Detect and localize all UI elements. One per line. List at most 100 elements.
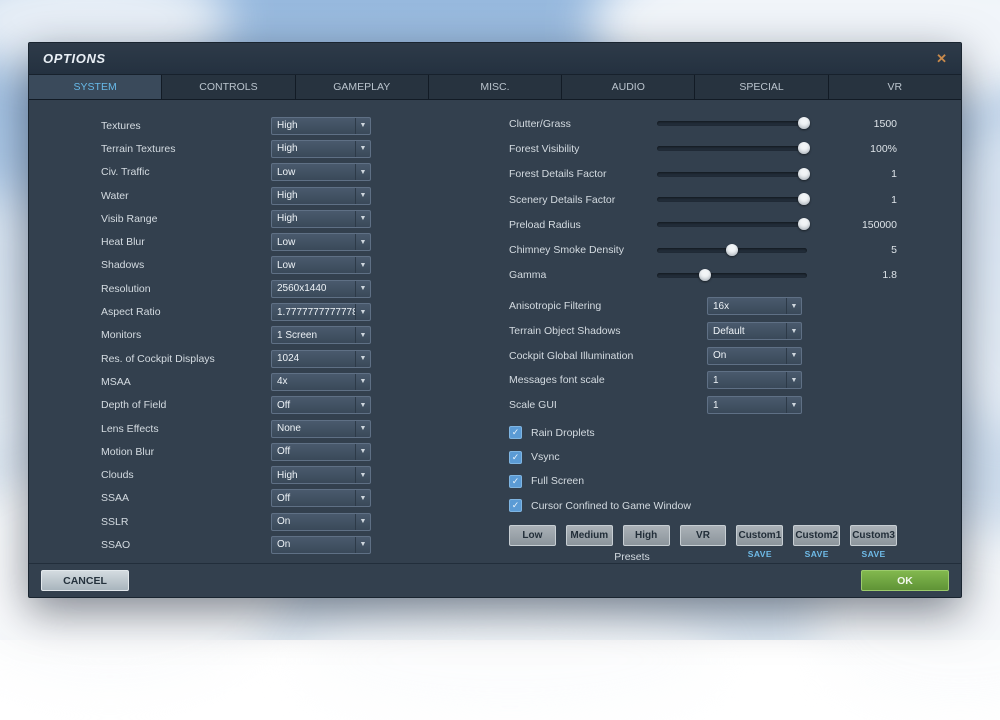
dropdown[interactable]: On ▼ <box>707 347 802 365</box>
right-options-column: Clutter/Grass 1500 Forest Visibility 100… <box>509 111 897 562</box>
slider[interactable] <box>657 121 807 126</box>
preset-save-link[interactable]: SAVE <box>850 549 897 562</box>
dropdown[interactable]: Low ▼ <box>271 256 371 274</box>
slider-handle[interactable] <box>798 168 810 180</box>
dropdown[interactable]: High ▼ <box>271 466 371 484</box>
dropdown[interactable]: On ▼ <box>271 536 371 554</box>
option-row: SSLR On ▼ <box>101 510 371 533</box>
checkbox[interactable]: ✓ <box>509 451 522 464</box>
dropdown-value: High <box>272 118 355 134</box>
preset-button[interactable]: High <box>623 525 670 546</box>
slider-value: 1500 <box>807 118 897 130</box>
dropdown[interactable]: 1.7777777777778 ▼ <box>271 303 371 321</box>
option-label: Aspect Ratio <box>101 306 271 318</box>
dropdown[interactable]: High ▼ <box>271 140 371 158</box>
chevron-down-icon: ▼ <box>355 257 370 273</box>
slider-row: Scenery Details Factor 1 <box>509 187 897 212</box>
checkbox[interactable]: ✓ <box>509 475 522 488</box>
dropdown[interactable]: High ▼ <box>271 210 371 228</box>
slider[interactable] <box>657 273 807 278</box>
dropdown[interactable]: 1 ▼ <box>707 396 802 414</box>
dropdown[interactable]: Off ▼ <box>271 443 371 461</box>
checkbox-label: Rain Droplets <box>531 427 595 439</box>
tab[interactable]: AUDIO <box>562 75 695 99</box>
option-row: Scale GUI 1 ▼ <box>509 393 897 418</box>
dropdown[interactable]: 1 ▼ <box>707 371 802 389</box>
tab[interactable]: SPECIAL <box>695 75 828 99</box>
dropdown[interactable]: High ▼ <box>271 187 371 205</box>
dropdown-value: 16x <box>708 298 786 314</box>
preset-save-link[interactable]: SAVE <box>793 549 840 562</box>
slider-handle[interactable] <box>798 193 810 205</box>
dropdown-value: Low <box>272 257 355 273</box>
preset-button[interactable]: Custom1 <box>736 525 783 546</box>
dropdown[interactable]: Low ▼ <box>271 163 371 181</box>
option-label: Visib Range <box>101 213 271 225</box>
tab[interactable]: SYSTEM <box>29 75 162 99</box>
chevron-down-icon: ▼ <box>355 211 370 227</box>
dropdown[interactable]: 16x ▼ <box>707 297 802 315</box>
dropdown-value: On <box>708 348 786 364</box>
dropdown[interactable]: On ▼ <box>271 513 371 531</box>
dropdown[interactable]: 4x ▼ <box>271 373 371 391</box>
cancel-button[interactable]: CANCEL <box>41 570 129 591</box>
preset-button[interactable]: Custom2 <box>793 525 840 546</box>
option-label: Clouds <box>101 469 271 481</box>
slider-handle[interactable] <box>798 142 810 154</box>
slider[interactable] <box>657 146 807 151</box>
tab-label: GAMEPLAY <box>333 81 390 93</box>
tab[interactable]: VR <box>829 75 961 99</box>
slider-handle[interactable] <box>798 117 810 129</box>
checkbox[interactable]: ✓ <box>509 499 522 512</box>
dropdown[interactable]: Off ▼ <box>271 396 371 414</box>
checkbox[interactable]: ✓ <box>509 426 522 439</box>
dropdown[interactable]: Low ▼ <box>271 233 371 251</box>
slider-row: Clutter/Grass 1500 <box>509 111 897 136</box>
dropdown[interactable]: Off ▼ <box>271 489 371 507</box>
dropdown-value: Off <box>272 444 355 460</box>
slider[interactable] <box>657 248 807 253</box>
slider[interactable] <box>657 172 807 177</box>
dropdown-value: On <box>272 514 355 530</box>
dropdown[interactable]: Default ▼ <box>707 322 802 340</box>
tab[interactable]: MISC. <box>429 75 562 99</box>
check-icon: ✓ <box>512 501 520 510</box>
preset-button[interactable]: Medium <box>566 525 613 546</box>
slider[interactable] <box>657 222 807 227</box>
slider-handle[interactable] <box>726 244 738 256</box>
option-label: Monitors <box>101 329 271 341</box>
option-label: Water <box>101 190 271 202</box>
dropdown[interactable]: 1 Screen ▼ <box>271 326 371 344</box>
option-row: Depth of Field Off ▼ <box>101 394 371 417</box>
option-row: Visib Range High ▼ <box>101 207 371 230</box>
dropdown[interactable]: High ▼ <box>271 117 371 135</box>
slider-handle[interactable] <box>699 269 711 281</box>
preset-button[interactable]: Low <box>509 525 556 546</box>
tab[interactable]: CONTROLS <box>162 75 295 99</box>
dropdown[interactable]: None ▼ <box>271 420 371 438</box>
tab[interactable]: GAMEPLAY <box>296 75 429 99</box>
preset-button[interactable]: VR <box>680 525 727 546</box>
slider[interactable] <box>657 197 807 202</box>
tab-bar: SYSTEM CONTROLS GAMEPLAY MISC. AUDIO SPE… <box>29 75 961 100</box>
chevron-down-icon: ▼ <box>786 397 801 413</box>
dropdown-value: On <box>272 537 355 553</box>
option-label: Terrain Object Shadows <box>509 325 707 337</box>
dropdown[interactable]: 2560x1440 ▼ <box>271 280 371 298</box>
check-icon: ✓ <box>512 453 520 462</box>
slider-handle[interactable] <box>798 218 810 230</box>
slider-value: 5 <box>807 244 897 256</box>
checkbox-row: ✓ Rain Droplets <box>509 421 897 445</box>
slider-value: 1 <box>807 194 897 206</box>
dropdown-value: Low <box>272 164 355 180</box>
chevron-down-icon: ▼ <box>355 444 370 460</box>
dropdown[interactable]: 1024 ▼ <box>271 350 371 368</box>
checkbox-row: ✓ Vsync <box>509 445 897 469</box>
preset-button[interactable]: Custom3 <box>850 525 897 546</box>
ok-button[interactable]: OK <box>861 570 949 591</box>
slider-row: Preload Radius 150000 <box>509 212 897 237</box>
close-icon[interactable]: ✕ <box>936 51 947 67</box>
option-label: Lens Effects <box>101 423 271 435</box>
dropdown-value: Low <box>272 234 355 250</box>
option-label: Scale GUI <box>509 399 707 411</box>
